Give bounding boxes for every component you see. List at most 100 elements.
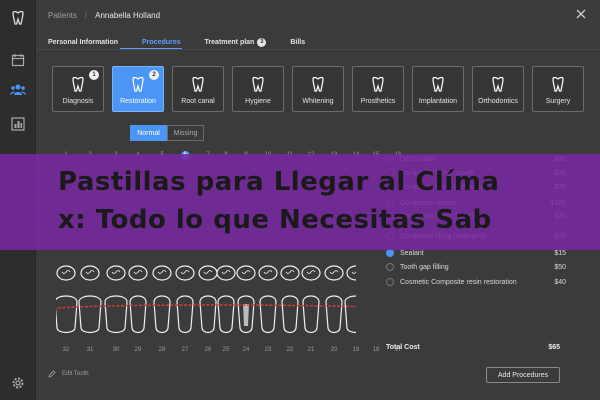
tooth-side-view [217,295,235,334]
tooth-fissure [263,270,273,274]
procedure-hygiene[interactable]: Hygiene [232,66,284,112]
tab-label: Procedures [142,38,181,46]
normal-toggle-button[interactable]: Normal [130,125,167,141]
procedure-surgery[interactable]: Surgery [532,66,584,112]
tooth-number[interactable]: 26 [201,347,215,353]
procedure-label: Prosthetics [360,98,396,105]
tooth-number[interactable]: 27 [178,347,192,353]
tab-personal-information[interactable]: Personal Information [48,34,118,50]
tooth-fissure [285,270,295,274]
tooth-occlusal [301,265,321,281]
edit-tooth-button[interactable]: Edit Tooth [48,370,89,378]
tooth-number[interactable]: 21 [304,347,318,353]
tooth-fissure [61,270,71,274]
tooth-occlusal [324,265,344,281]
tooth-number[interactable]: 29 [131,347,145,353]
tooth-fissure [203,270,213,274]
tab-count-badge: 3 [257,37,267,47]
procedure-diagnosis[interactable]: Diagnosis 1 [52,66,104,112]
add-procedures-button[interactable]: Add Procedures [486,367,560,383]
tooth-fissure [180,270,190,274]
tooth[interactable] [324,265,344,334]
tooth[interactable] [344,265,356,334]
tooth-fissure [85,270,95,274]
tooth-occlusal [216,265,236,281]
tooth-number[interactable]: 19 [349,347,363,353]
view-toggle: Normal Missing [130,125,204,141]
tooth-occlusal [152,265,172,281]
procedure-label: Restoration [120,98,156,105]
breadcrumb-patients-link[interactable]: Patients [48,11,77,20]
tooth[interactable] [236,265,256,334]
tooth[interactable] [280,265,300,334]
tooth-logo-icon[interactable] [8,8,28,28]
tab-treatment-plan[interactable]: Treatment plan 3 [205,34,267,50]
tooth[interactable] [128,265,148,334]
missing-toggle-button[interactable]: Missing [167,125,204,141]
procedure-list-item[interactable]: Tooth gap filling $50 [376,261,566,273]
tooth[interactable] [258,265,278,334]
tooth-side-view [129,295,147,334]
procedure-checkbox[interactable] [386,263,394,271]
procedure-checkbox[interactable] [386,249,394,257]
overlay-ad-line-1: Pastillas para Llegar al Clíma [58,167,500,197]
tooth-root-icon [189,75,207,93]
tooth-fissure [111,270,121,274]
edit-tooth-label: Edit Tooth [62,371,89,377]
tooth-number[interactable]: 31 [83,347,97,353]
tooth-occlusal [80,265,100,281]
tooth-number[interactable]: 20 [327,347,341,353]
tooth-number[interactable]: 28 [155,347,169,353]
settings-gear-icon[interactable] [8,373,28,393]
procedure-whitening[interactable]: Whitening [292,66,344,112]
tooth-occlusal [198,265,218,281]
tab-label: Personal Information [48,38,119,46]
tab-bills[interactable]: Bills [290,34,305,50]
dental-app: Patients / Annabella Holland Personal In… [0,0,600,400]
tooth[interactable] [56,265,78,334]
patients-icon[interactable] [8,80,28,100]
tooth[interactable] [78,265,102,334]
procedure-label: Root canal [181,98,215,105]
tooth[interactable] [152,265,172,334]
procedure-label: Implantation [418,98,458,105]
tooth-occlusal [106,265,126,281]
close-icon[interactable] [574,7,588,21]
tooth-side-view [281,295,299,334]
procedure-price: $50 [554,263,566,271]
total-cost: Total Cost $65 [386,344,560,351]
tooth[interactable] [104,265,128,334]
tooth-fissure [133,270,143,274]
tooth-side-view [153,295,171,334]
calendar-icon[interactable] [8,50,28,70]
procedure-restoration[interactable]: Restoration 2 [112,66,164,112]
implant-icon [429,75,447,93]
procedure-implantation[interactable]: Implantation [412,66,464,112]
procedure-root-canal[interactable]: Root canal [172,66,224,112]
tooth-side-view [344,295,356,334]
tooth-occlusal [258,265,278,281]
tooth[interactable] [301,265,321,334]
tooth-number[interactable]: 24 [239,347,253,353]
procedure-price: $15 [554,249,566,257]
tooth-number[interactable]: 23 [261,347,275,353]
tooth-number[interactable]: 25 [219,347,233,353]
procedure-list-item[interactable]: Cosmetic Composite resin restoration $40 [376,276,566,288]
procedure-prosthetics[interactable]: Prosthetics [352,66,404,112]
tooth-number[interactable]: 32 [59,347,73,353]
breadcrumb-separator: / [84,10,88,20]
procedure-label: Whitening [302,98,334,105]
tooth[interactable] [216,265,236,334]
tooth-fissure [157,270,167,274]
tooth-side-view [199,295,217,334]
tooth-number[interactable]: 22 [283,347,297,353]
tooth[interactable] [175,265,195,334]
tooth-number[interactable]: 30 [109,347,123,353]
tooth-number[interactable]: 18 [369,347,383,353]
procedure-orthodontics[interactable]: Orthodontics [472,66,524,112]
procedure-name: Cosmetic Composite resin restoration [400,278,517,286]
tooth-occlusal [236,265,256,281]
procedure-checkbox[interactable] [386,278,394,286]
tooth[interactable] [198,265,218,334]
reports-icon[interactable] [8,114,28,134]
